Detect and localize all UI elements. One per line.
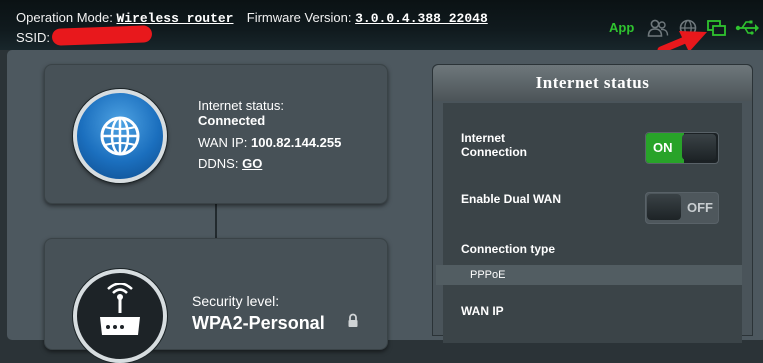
operation-mode-link[interactable]: Wireless router (116, 11, 233, 26)
ddns-go-link[interactable]: GO (242, 156, 262, 171)
ssid-redaction-mark (51, 25, 153, 46)
internet-status-panel: Internet status Internet Connection ON E… (432, 64, 753, 343)
panel-title: Internet status (433, 65, 752, 101)
router-icon[interactable] (73, 269, 167, 363)
toggle-on-text: ON (653, 140, 673, 155)
internet-connection-label: Internet Connection (461, 131, 527, 159)
firmware-label: Firmware Version: (246, 10, 352, 25)
operation-info: Operation Mode: Wireless router Firmware… (16, 10, 488, 26)
wan-ip-label: WAN IP: (198, 135, 248, 150)
connection-type-label: Connection type (461, 242, 556, 256)
security-level-value: WPA2-Personal (192, 313, 325, 333)
ssid-label: SSID: (16, 30, 50, 45)
ddns-row: DDNS: GO (198, 156, 262, 171)
wan-ip-value: 100.82.144.255 (250, 135, 342, 150)
wan-ip-panel-label: WAN IP (461, 304, 504, 318)
operation-mode-label: Operation Mode: (16, 10, 113, 25)
ddns-label: DDNS: (198, 156, 239, 171)
internet-connection-toggle[interactable]: ON (645, 132, 719, 164)
top-header: Operation Mode: Wireless router Firmware… (0, 0, 763, 54)
usb-icon[interactable] (735, 18, 759, 38)
connection-type-value: PPPoE (436, 265, 742, 285)
connector-line (215, 200, 217, 242)
router-card[interactable]: Security level: WPA2-Personal (44, 238, 388, 363)
firmware-version-link[interactable]: 3.0.0.4.388_22048 (355, 11, 488, 26)
dual-wan-label: Enable Dual WAN (461, 192, 562, 206)
internet-status-label: Internet status: (198, 98, 284, 113)
app-link[interactable]: App (609, 20, 634, 35)
toggle-off-text: OFF (687, 200, 713, 215)
internet-card[interactable]: Internet status: Connected WAN IP: 100.8… (44, 64, 388, 204)
lock-icon (348, 313, 358, 327)
wan-ip-row: WAN IP: 100.82.144.255 (198, 135, 341, 150)
internet-globe-icon[interactable] (73, 89, 167, 183)
ssid-info: SSID: (16, 30, 50, 45)
internet-status-value: Connected (198, 113, 266, 128)
panel-body: Internet Connection ON Enable Dual WAN O… (443, 103, 742, 343)
dual-wan-toggle[interactable]: OFF (645, 192, 719, 224)
security-level-label: Security level: (192, 293, 280, 309)
